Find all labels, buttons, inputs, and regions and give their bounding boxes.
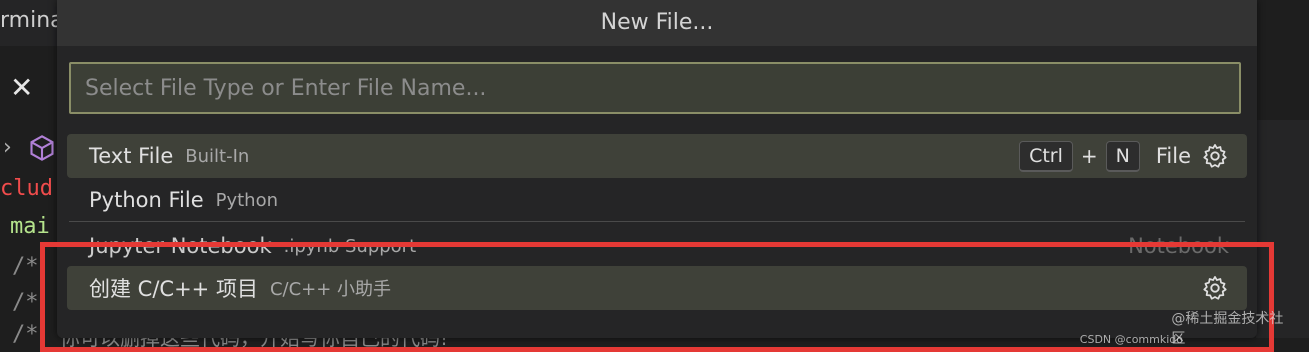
list-separator <box>69 221 1245 222</box>
item-kind: Notebook <box>1128 234 1229 258</box>
terminal-tab-fragment[interactable]: rmina <box>0 8 64 33</box>
code-line-comment-3: /* <box>12 322 39 347</box>
keybinding-plus: + <box>1080 144 1098 168</box>
code-line-main: mai <box>10 214 50 239</box>
item-label: Jupyter Notebook <box>89 234 272 258</box>
code-line-comment-1: /* <box>12 254 39 279</box>
watermark-text: @稀土掘金技术社区 <box>1171 311 1284 347</box>
item-description: Python <box>215 189 279 211</box>
item-kind: File <box>1155 144 1191 168</box>
watermark-csdn: CSDN @commkido <box>1079 333 1183 346</box>
item-description: Built-In <box>185 145 250 167</box>
file-type-search-input[interactable] <box>69 62 1241 114</box>
close-icon[interactable]: ✕ <box>10 74 33 102</box>
item-label: Python File <box>89 188 204 212</box>
item-description: C/C++ 小助手 <box>269 279 392 300</box>
code-line-include: clud <box>0 176 53 201</box>
editor-right-panel <box>1256 120 1309 338</box>
cube-icon <box>30 135 54 161</box>
keybinding-ctrl: Ctrl <box>1019 140 1073 172</box>
list-item-text-file[interactable]: Text File Built-In Ctrl + N File <box>67 134 1247 178</box>
code-line-comment-2: /* <box>12 290 39 315</box>
new-file-quickpick: New File... Text File Built-In Ctrl + N … <box>57 0 1257 338</box>
chevron-right-icon[interactable]: › <box>3 135 12 160</box>
watermark: @稀土掘金技术社区 CSDN @commkido <box>1080 308 1295 348</box>
item-label: Text File <box>89 144 174 168</box>
list-item-python-file[interactable]: Python File Python <box>67 178 1247 222</box>
list-item-create-cpp-project[interactable]: 创建 C/C++ 项目 C/C++ 小助手 <box>67 266 1247 310</box>
gear-icon[interactable] <box>1201 274 1229 302</box>
item-label: 创建 C/C++ 项目 <box>89 277 258 301</box>
quickpick-title: New File... <box>57 0 1257 46</box>
list-item-jupyter-notebook[interactable]: Jupyter Notebook .ipynb Support Notebook <box>67 224 1247 268</box>
item-description: .ipynb Support <box>283 235 417 257</box>
keybinding-n: N <box>1105 140 1140 172</box>
gear-icon[interactable] <box>1201 142 1229 170</box>
